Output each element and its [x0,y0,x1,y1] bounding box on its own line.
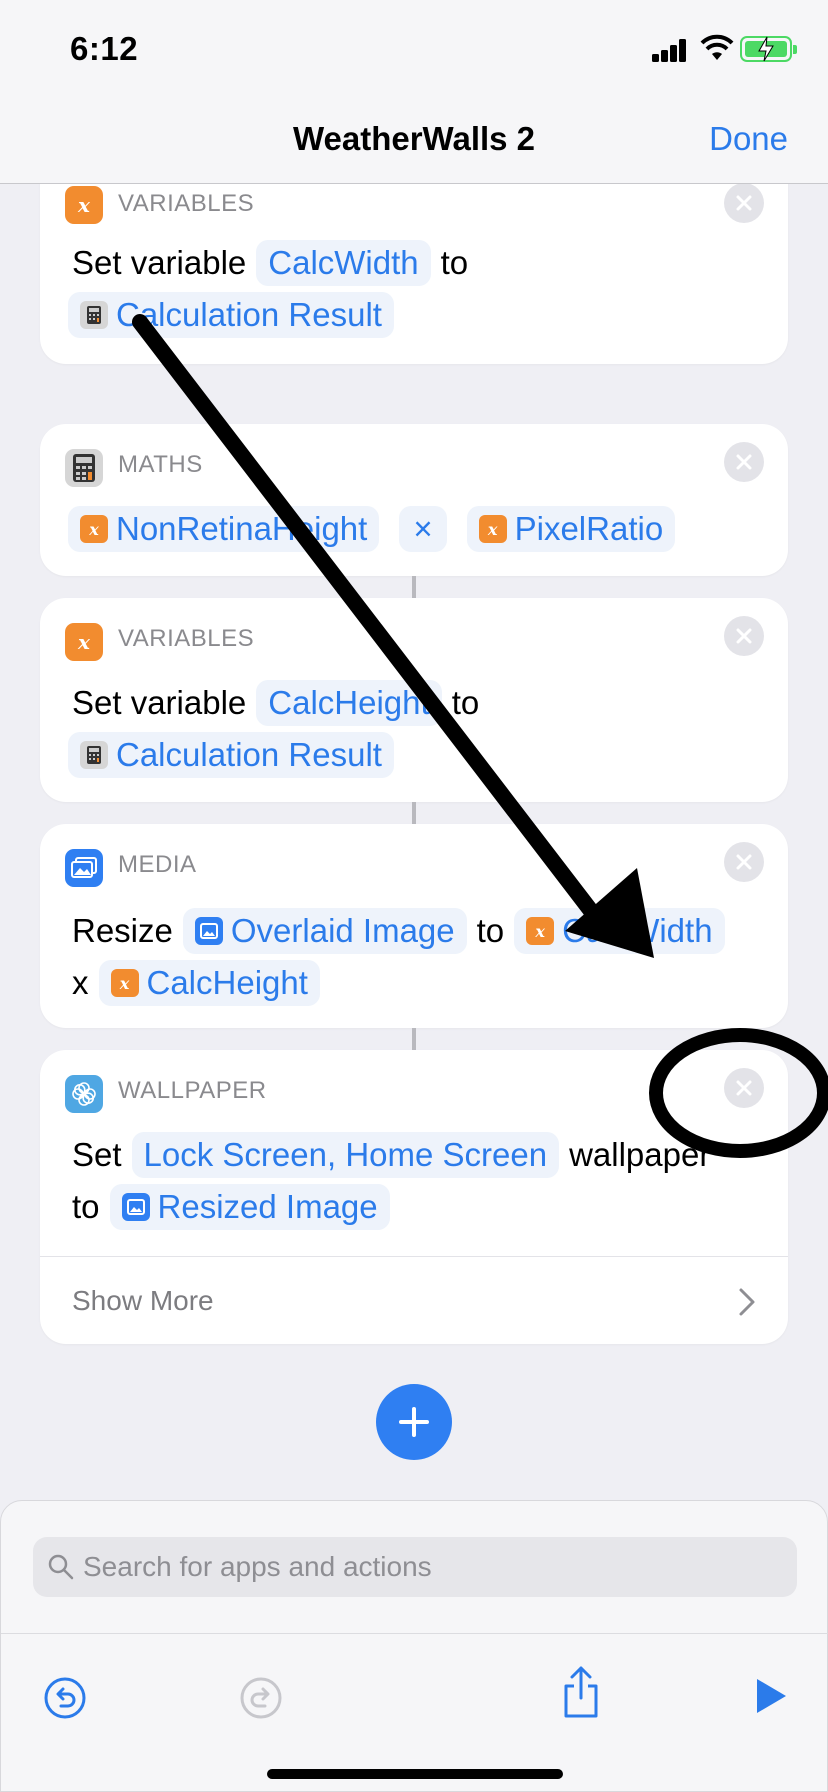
action-text: Set [72,1136,122,1173]
variable-pill-nonretinaheight[interactable]: x NonRetinaHeight [68,506,380,552]
done-button[interactable]: Done [709,120,788,158]
variable-pill[interactable]: CalcWidth [256,240,431,286]
action-line: Set variable CalcHeight to [72,680,479,726]
search-icon [48,1554,74,1580]
calculator-icon [80,301,108,329]
action-text: to [451,684,480,721]
image-pill-resized-image[interactable]: Resized Image [109,1184,390,1230]
operator-pill[interactable]: × [399,506,447,552]
action-connector [412,1028,416,1050]
action-connector [412,576,416,598]
action-line: Calculation Result [68,292,404,338]
pill-label: Calculation Result [116,296,382,333]
category-label: WALLPAPER [118,1077,267,1104]
cellular-signal-icon [652,38,688,62]
action-card-maths[interactable]: MATHS x NonRetinaHeight × x PixelRatio [40,424,788,576]
category-label: MEDIA [118,851,197,878]
home-indicator [267,1769,563,1779]
action-text: Set variable [72,684,247,721]
category-label: VARIABLES [118,625,255,652]
plus-icon [399,1407,429,1437]
screen-target-pill[interactable]: Lock Screen, Home Screen [131,1132,560,1178]
pill-label: × [413,510,433,547]
action-line: to Resized Image [72,1184,400,1230]
pill-label: CalcWidth [268,244,419,281]
chevron-right-icon [739,1288,755,1316]
action-text: wallpaper [569,1136,711,1173]
wallpaper-icon [65,1075,103,1113]
variable-pill-calcheight[interactable]: x CalcHeight [98,960,320,1006]
action-text: to [72,1188,100,1225]
action-search-sheet [0,1500,828,1792]
calculator-icon [65,449,103,487]
action-text: Set variable [72,244,247,281]
action-connector [412,802,416,824]
image-pill-overlaid-image[interactable]: Overlaid Image [182,908,467,954]
category-label: VARIABLES [118,190,255,217]
pill-label: Resized Image [157,1188,378,1225]
page-title: WeatherWalls 2 [292,120,536,157]
action-card-resize-image[interactable]: MEDIA Resize Overlaid Image to x CalcWidt… [40,824,788,1028]
action-text: x [72,964,89,1001]
action-card-set-wallpaper[interactable]: WALLPAPER Set Lock Screen, Home Screen w… [40,1050,788,1344]
action-card-set-calcheight[interactable]: x VARIABLES Set variable CalcHeight to C… [40,598,788,802]
variable-icon: x [65,623,103,661]
pill-label: CalcHeight [146,964,308,1001]
action-line: Set variable CalcWidth to [72,240,468,286]
pill-label: Calculation Result [116,736,382,773]
action-line: x NonRetinaHeight × x PixelRatio [68,506,685,552]
pill-label: PixelRatio [514,510,664,547]
add-action-button[interactable] [376,1384,452,1460]
show-more-label: Show More [72,1284,214,1316]
search-bar[interactable] [33,1537,797,1597]
close-icon[interactable] [724,616,764,656]
calculator-icon [80,741,108,769]
pill-label: Lock Screen, Home Screen [143,1136,548,1173]
close-icon[interactable] [724,442,764,482]
undo-icon[interactable] [43,1676,87,1720]
search-input[interactable] [83,1551,763,1583]
variable-icon: x [110,969,139,997]
wifi-icon [700,34,734,60]
calculation-result-pill[interactable]: Calculation Result [68,732,394,778]
variable-icon: x [526,917,555,945]
variable-icon: x [80,515,108,543]
action-text: to [440,244,469,281]
pill-label: CalcHeight [268,684,430,721]
photo-icon [65,849,103,887]
play-icon[interactable] [753,1676,789,1716]
navigation-bar: 6:12 WeatherWalls 2 Done [0,0,828,184]
close-icon[interactable] [724,183,764,223]
redo-icon[interactable] [239,1676,283,1720]
show-more-row[interactable]: Show More [40,1256,788,1344]
battery-icon [740,36,797,62]
variable-pill[interactable]: CalcHeight [256,680,442,726]
variable-pill-calcwidth[interactable]: x CalcWidth [514,908,725,954]
action-text: Resize [72,912,173,949]
photo-icon [194,917,223,945]
close-icon[interactable] [724,1068,764,1108]
action-line: Calculation Result [68,732,404,778]
variable-icon: x [478,515,507,543]
action-text: to [476,912,505,949]
variable-icon: x [65,186,103,224]
photo-icon [121,1193,150,1221]
category-label: MATHS [118,451,203,478]
action-line: Resize Overlaid Image to x CalcWidth [72,908,735,954]
pill-label: Overlaid Image [230,912,455,949]
calculation-result-pill[interactable]: Calculation Result [68,292,394,338]
action-line: Set Lock Screen, Home Screen wallpaper [72,1132,710,1178]
variable-pill-pixelratio[interactable]: x PixelRatio [466,506,676,552]
share-icon[interactable] [561,1664,601,1720]
pill-label: NonRetinaHeight [116,510,368,547]
status-time: 6:12 [70,30,139,67]
close-icon[interactable] [724,842,764,882]
pill-label: CalcWidth [562,912,713,949]
action-line: x x CalcHeight [72,960,330,1006]
